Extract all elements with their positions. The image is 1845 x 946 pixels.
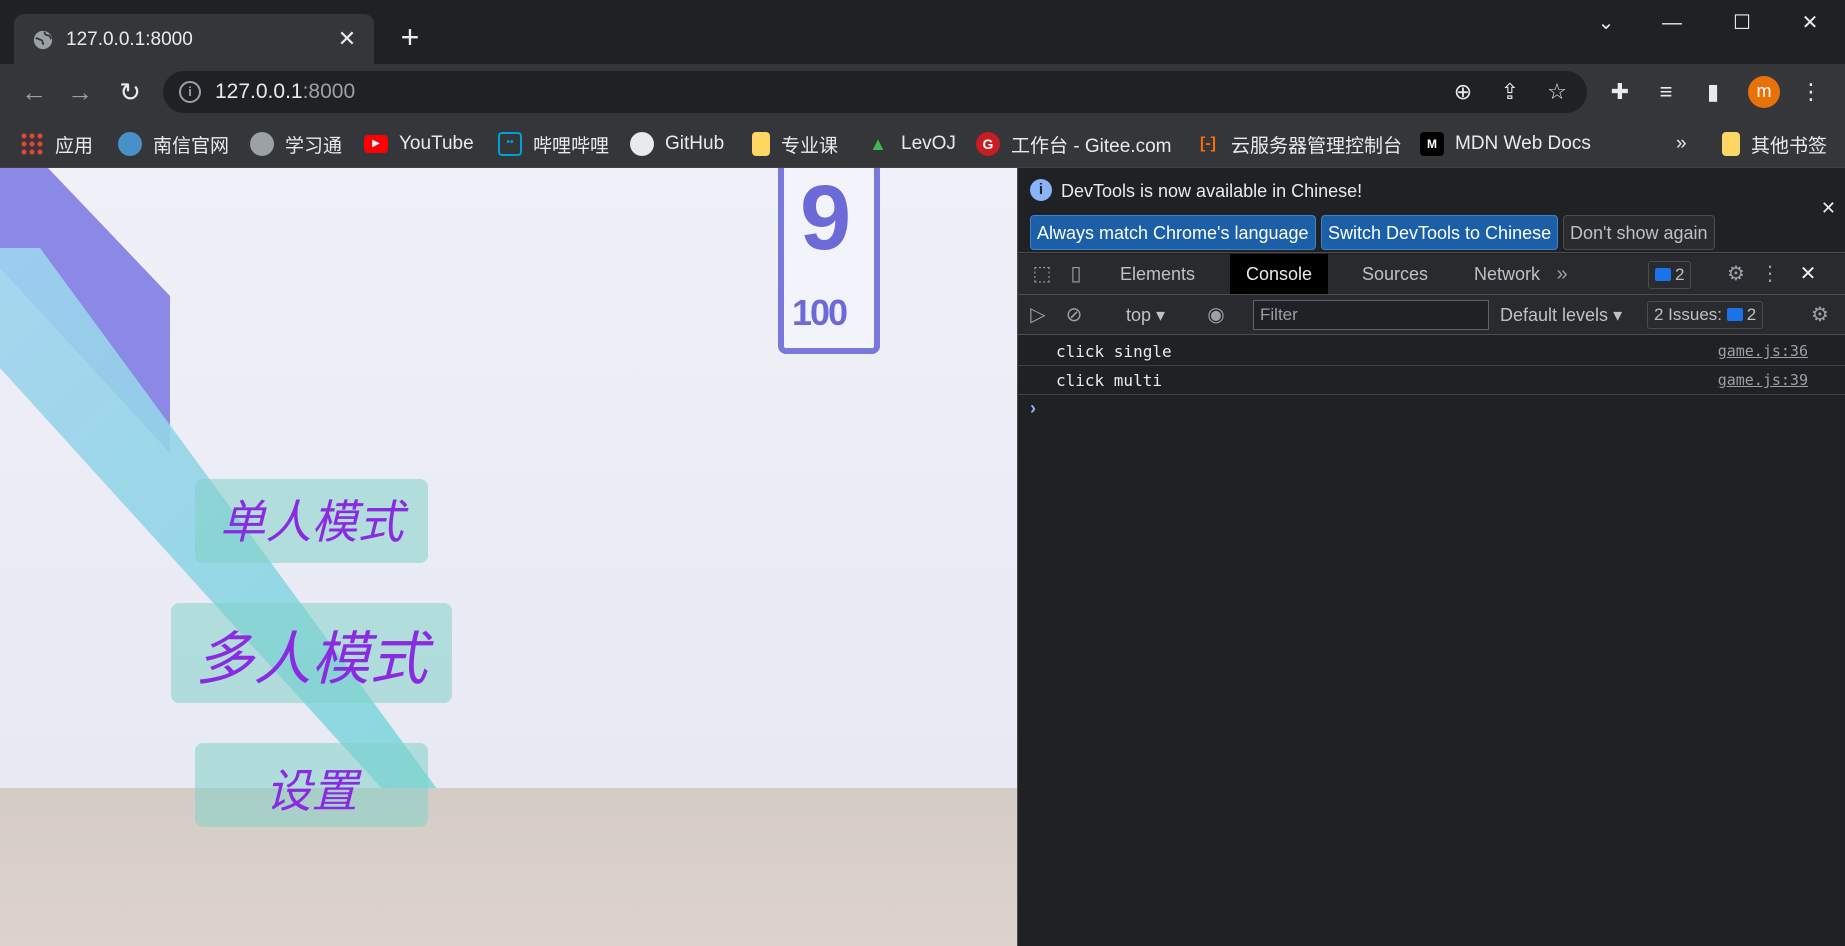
info-icon: i [1030,179,1052,201]
devtools-more-icon[interactable]: ⋮ [1756,260,1784,288]
console-toolbar: ▷ ⊘ top ▾ ◉ Filter Default levels ▾ 2 Is… [1018,295,1845,335]
aliyun-icon: [-] [1200,135,1216,152]
message-icon [1726,308,1743,321]
issues-badge[interactable]: 2 Issues: 2 [1647,301,1764,329]
sign-graphic: 9 [800,168,852,269]
log-levels-dropdown[interactable]: Default levels ▾ [1500,295,1622,335]
sidebar-toggle-icon[interactable]: ▷ [1024,301,1052,329]
profile-avatar[interactable]: m [1748,76,1780,108]
settings-label: 设置 [265,765,358,817]
message-icon [1655,268,1671,281]
browser-toolbar: ← → ↻ i 127.0.0.1:8000 ⊕ ⇪ ☆ ✚ ≡ ▮ m ⋮ [0,64,1845,120]
gitee-icon: G [976,132,1000,156]
bookmark-bilibili[interactable]: •• 哔哩哔哩 [498,128,609,160]
console-filter-input[interactable]: Filter [1253,300,1489,330]
devtools-language-infobar: i DevTools is now available in Chinese! … [1018,168,1845,253]
single-mode-label: 单人模式 [219,496,404,548]
more-tabs-icon[interactable]: » [1548,260,1576,288]
youtube-icon: ▶ [364,135,388,153]
background-floor [0,788,1017,946]
globe-icon [118,132,142,156]
bookmark-gitee[interactable]: G 工作台 - Gitee.com [976,128,1171,160]
share-icon[interactable]: ⇪ [1497,79,1523,105]
clear-console-icon[interactable]: ⊘ [1060,301,1088,329]
tab-sources[interactable]: Sources [1346,254,1444,294]
devtools-panel: i DevTools is now available in Chinese! … [1017,168,1845,946]
game-viewport: 9 100 单人模式 多人模式 设置 [0,168,1017,946]
close-infobar-icon[interactable]: ✕ [1821,198,1836,219]
new-tab-button[interactable]: + [392,20,428,56]
globe-icon [33,30,53,50]
dont-show-again-button[interactable]: Don't show again [1563,215,1715,250]
console-log-row: click single game.js:36 [1018,337,1845,366]
browser-chrome: 127.0.0.1:8000 ✕ + ⌄ — ☐ ✕ ← → ↻ i 127.0… [0,0,1845,168]
close-window-button[interactable]: ✕ [1790,8,1830,38]
forward-icon[interactable]: → [62,74,98,110]
bookmark-youtube[interactable]: ▶ YouTube [364,128,474,160]
switch-to-chinese-button[interactable]: Switch DevTools to Chinese [1321,215,1559,250]
address-bar[interactable]: i 127.0.0.1:8000 ⊕ ⇪ ☆ [163,71,1587,113]
log-text: click multi [1056,371,1162,390]
tab-elements[interactable]: Elements [1104,254,1211,294]
reload-icon[interactable]: ↻ [112,74,148,110]
bookmark-folder-major[interactable]: 专业课 [752,128,838,160]
console-prompt[interactable]: › [1030,398,1036,419]
tab-console[interactable]: Console [1230,254,1329,294]
bookmark-apps[interactable]: 应用 [20,128,93,160]
globe-icon [250,132,274,156]
tab-strip: 127.0.0.1:8000 ✕ + ⌄ — ☐ ✕ [0,0,1845,64]
maximize-button[interactable]: ☐ [1722,8,1762,38]
bookmark-nanxin[interactable]: 南信官网 [118,128,229,160]
mdn-icon: M [1420,132,1444,156]
site-info-icon[interactable]: i [179,81,201,103]
levoj-icon: ▲ [869,134,887,154]
minimize-button[interactable]: — [1652,8,1692,38]
close-devtools-icon[interactable]: ✕ [1794,260,1822,288]
apps-grid-icon [20,132,44,156]
settings-gear-icon[interactable]: ⚙ [1722,260,1750,288]
bookmark-aliyun[interactable]: [-] 云服务器管理控制台 [1196,128,1402,160]
log-text: click single [1056,342,1172,361]
sign-number: 100 [792,292,848,333]
device-toolbar-icon[interactable]: ▯ [1062,260,1090,288]
infobar-message: DevTools is now available in Chinese! [1061,181,1363,201]
devtools-tab-bar: ⬚ ▯ Elements Console Sources Network » 2… [1018,254,1845,295]
live-expression-eye-icon[interactable]: ◉ [1202,301,1230,329]
bookmarks-bar: 应用 南信官网 学习通 ▶ YouTube •• 哔哩哔哩 GitHub 专业课… [0,120,1845,168]
log-source-link[interactable]: game.js:36 [1718,342,1808,360]
bookmark-mdn[interactable]: M MDN Web Docs [1420,128,1591,160]
console-settings-icon[interactable]: ⚙ [1806,301,1834,329]
bookmark-other-folder[interactable]: 其他书签 [1722,128,1827,160]
folder-icon [752,132,770,156]
always-match-language-button[interactable]: Always match Chrome's language [1030,215,1316,250]
multi-mode-label: 多人模式 [195,627,428,692]
url-text: 127.0.0.1:8000 [215,80,356,103]
zoom-icon[interactable]: ⊕ [1450,79,1476,105]
context-selector[interactable]: top ▾ [1126,295,1165,335]
tab-title: 127.0.0.1:8000 [66,29,193,50]
close-tab-icon[interactable]: ✕ [334,26,360,52]
bookmark-xuexitong[interactable]: 学习通 [250,128,342,160]
extensions-icon[interactable]: ✚ [1604,76,1636,108]
bookmarks-overflow-button[interactable]: » [1676,128,1687,160]
tab-search-icon[interactable]: ⌄ [1586,8,1626,38]
background-sign: 9 100 [778,168,880,354]
more-menu-icon[interactable]: ⋮ [1795,76,1827,108]
bookmark-github[interactable]: GitHub [630,128,724,160]
side-panel-icon[interactable]: ▮ [1697,76,1729,108]
github-icon [630,132,654,156]
console-log-row: click multi game.js:39 [1018,366,1845,395]
bookmark-star-icon[interactable]: ☆ [1544,79,1570,105]
browser-tab[interactable]: 127.0.0.1:8000 ✕ [14,14,374,64]
bilibili-icon: •• [498,132,522,156]
media-control-icon[interactable]: ≡ [1650,76,1682,108]
tab-network[interactable]: Network [1458,254,1556,294]
inspect-element-icon[interactable]: ⬚ [1028,260,1056,288]
back-icon[interactable]: ← [16,74,52,110]
log-source-link[interactable]: game.js:39 [1718,371,1808,389]
messages-badge[interactable]: 2 [1648,261,1692,289]
folder-icon [1722,132,1740,156]
bookmark-levoj[interactable]: ▲ LevOJ [866,128,956,160]
